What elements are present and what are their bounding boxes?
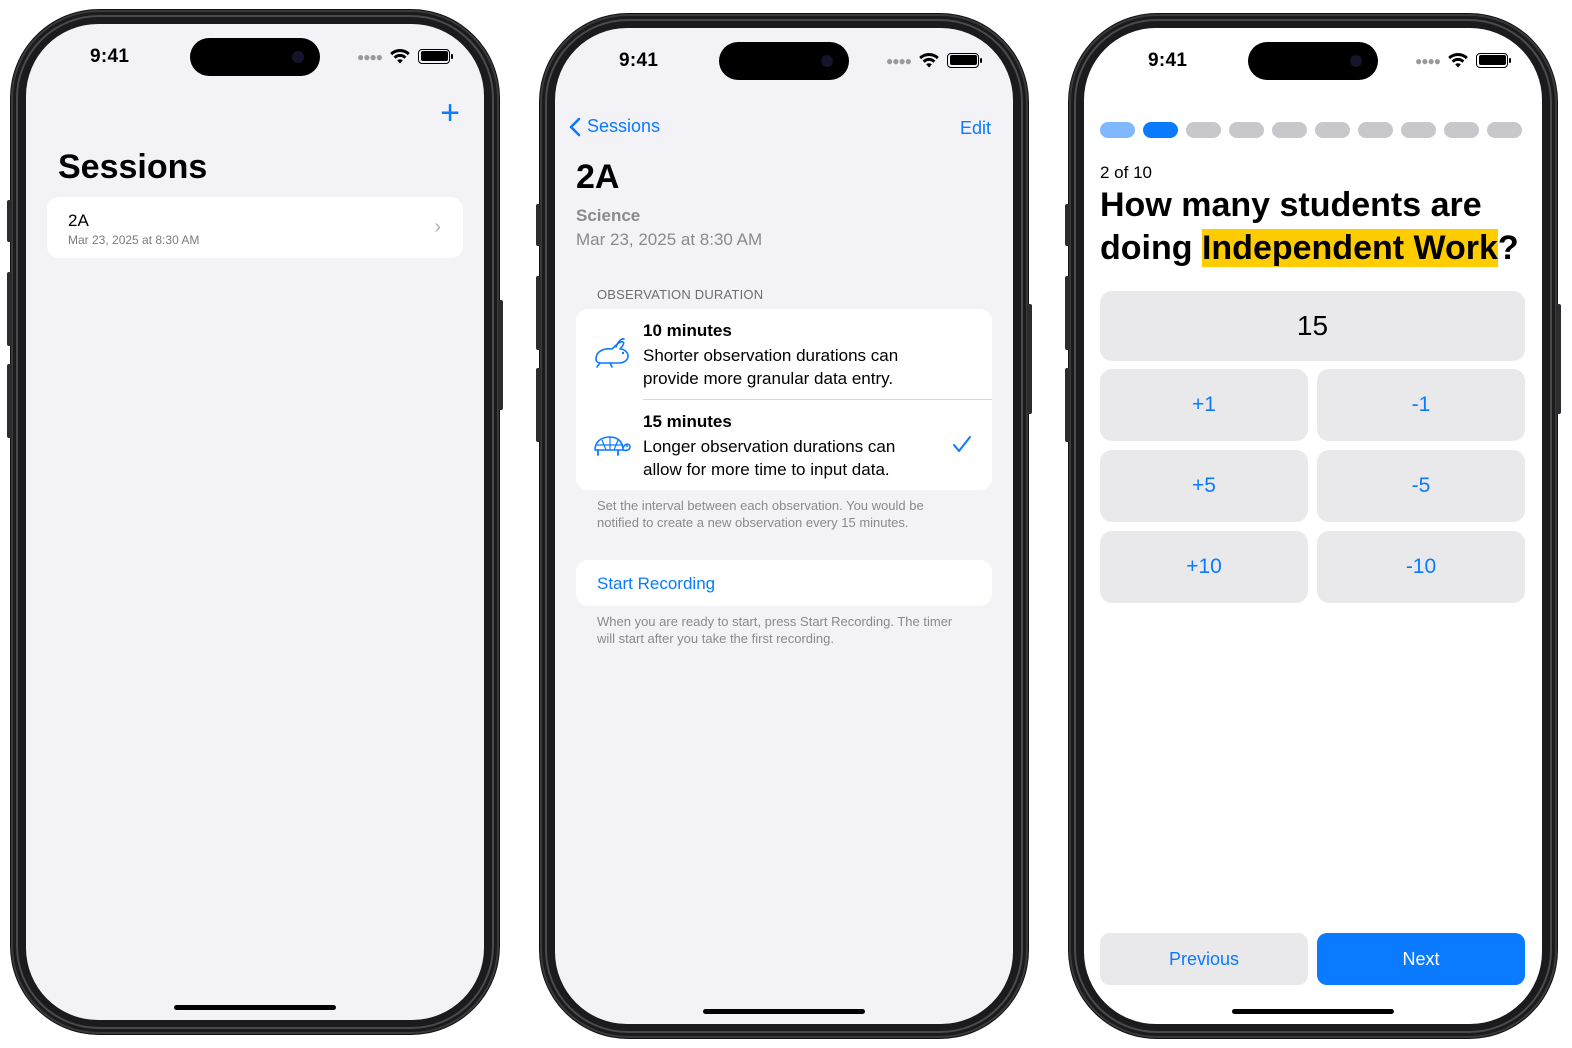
- battery-icon: [1476, 52, 1511, 68]
- progress-segment: [1358, 122, 1393, 138]
- session-name: 2A: [68, 211, 89, 230]
- chevron-left-icon: [569, 117, 581, 136]
- question-count: 2 of 10: [1100, 163, 1152, 182]
- progress-segment: [1401, 122, 1436, 138]
- progress-segment: [1100, 122, 1135, 138]
- plus-icon[interactable]: +: [440, 94, 460, 133]
- back-label: Sessions: [587, 116, 661, 136]
- previous-button[interactable]: Previous: [1100, 933, 1308, 985]
- section-header: OBSERVATION DURATION: [597, 287, 764, 302]
- phone-frame-question: 9:41 ●●●● 2 of 10 How many students are …: [1065, 14, 1561, 1038]
- home-indicator: [174, 1005, 336, 1010]
- progress-segment: [1186, 122, 1221, 138]
- dynamic-island: [719, 42, 849, 80]
- battery-icon: [418, 48, 453, 64]
- next-button[interactable]: Next: [1317, 933, 1525, 985]
- chevron-right-icon: ›: [434, 216, 441, 238]
- duration-footer: Set the interval between each observatio…: [597, 498, 924, 530]
- dynamic-island: [190, 38, 320, 76]
- home-indicator: [1232, 1009, 1394, 1014]
- option-description: Shorter observation durations can provid…: [643, 346, 899, 388]
- minus-5-button[interactable]: -5: [1317, 450, 1525, 522]
- checkmark-icon: [953, 436, 971, 452]
- rabbit-icon: [595, 338, 629, 368]
- option-15-minutes[interactable]: 15 minutes Longer observation durations …: [576, 400, 992, 490]
- question-screen: 9:41 ●●●● 2 of 10 How many students are …: [1084, 28, 1542, 1024]
- progress-segment: [1315, 122, 1350, 138]
- session-title: 2A: [576, 158, 620, 196]
- battery-icon: [947, 52, 982, 68]
- option-description: Longer observation durations can allow f…: [643, 437, 896, 479]
- minus-1-button[interactable]: -1: [1317, 369, 1525, 441]
- minus-10-button[interactable]: -10: [1317, 531, 1525, 603]
- page-title: Sessions: [58, 148, 208, 186]
- session-row[interactable]: 2A Mar 23, 2025 at 8:30 AM ›: [47, 197, 463, 258]
- home-indicator: [703, 1009, 865, 1014]
- plus-10-button[interactable]: +10: [1100, 531, 1308, 603]
- start-footer: When you are ready to start, press Start…: [597, 614, 953, 646]
- start-recording-button[interactable]: Start Recording: [576, 560, 992, 606]
- plus-1-button[interactable]: +1: [1100, 369, 1308, 441]
- wifi-icon: [390, 48, 410, 64]
- question-suffix: ?: [1497, 229, 1519, 267]
- progress-segment: [1143, 122, 1178, 138]
- progress-segment: [1487, 122, 1522, 138]
- tortoise-icon: [594, 436, 631, 456]
- phone-frame-sessions: 9:41 ●●●● + Sessions 2A Mar 23, 2025 at …: [7, 10, 503, 1034]
- option-title: 15 minutes: [643, 412, 732, 431]
- status-bar: 9:41 ●●●●: [1084, 28, 1542, 92]
- dynamic-island: [1248, 42, 1378, 80]
- progress-bar: [1100, 122, 1522, 138]
- option-title: 10 minutes: [643, 321, 732, 340]
- option-10-minutes[interactable]: 10 minutes Shorter observation durations…: [576, 309, 992, 400]
- session-date: Mar 23, 2025 at 8:30 AM: [576, 230, 763, 249]
- progress-segment: [1444, 122, 1479, 138]
- count-value: 15: [1100, 291, 1525, 361]
- status-bar: 9:41 ●●●●: [555, 28, 1013, 92]
- signal-icon: ●●●●: [357, 50, 383, 64]
- plus-5-button[interactable]: +5: [1100, 450, 1308, 522]
- start-recording-label: Start Recording: [597, 574, 716, 593]
- status-time: 9:41: [1148, 50, 1188, 71]
- duration-options: 10 minutes Shorter observation durations…: [576, 309, 992, 490]
- progress-segment: [1272, 122, 1307, 138]
- signal-icon: ●●●●: [1415, 54, 1441, 68]
- session-detail-screen: 9:41 ●●●● Sessions Edit 2A Science Mar 2…: [555, 28, 1013, 1024]
- signal-icon: ●●●●: [886, 54, 912, 68]
- edit-button[interactable]: Edit: [960, 118, 991, 139]
- status-time: 9:41: [619, 50, 659, 71]
- back-button[interactable]: Sessions: [569, 116, 660, 137]
- session-date: Mar 23, 2025 at 8:30 AM: [68, 233, 200, 247]
- progress-segment: [1229, 122, 1264, 138]
- session-subject: Science: [576, 206, 641, 225]
- question-text: How many students are doing Independent …: [1100, 184, 1540, 270]
- wifi-icon: [919, 52, 939, 68]
- status-bar: 9:41 ●●●●: [26, 24, 484, 88]
- wifi-icon: [1448, 52, 1468, 68]
- sessions-screen: 9:41 ●●●● + Sessions 2A Mar 23, 2025 at …: [26, 24, 484, 1020]
- question-highlight: Independent Work: [1201, 229, 1498, 267]
- status-time: 9:41: [90, 46, 130, 67]
- phone-frame-session-detail: 9:41 ●●●● Sessions Edit 2A Science Mar 2…: [536, 14, 1032, 1038]
